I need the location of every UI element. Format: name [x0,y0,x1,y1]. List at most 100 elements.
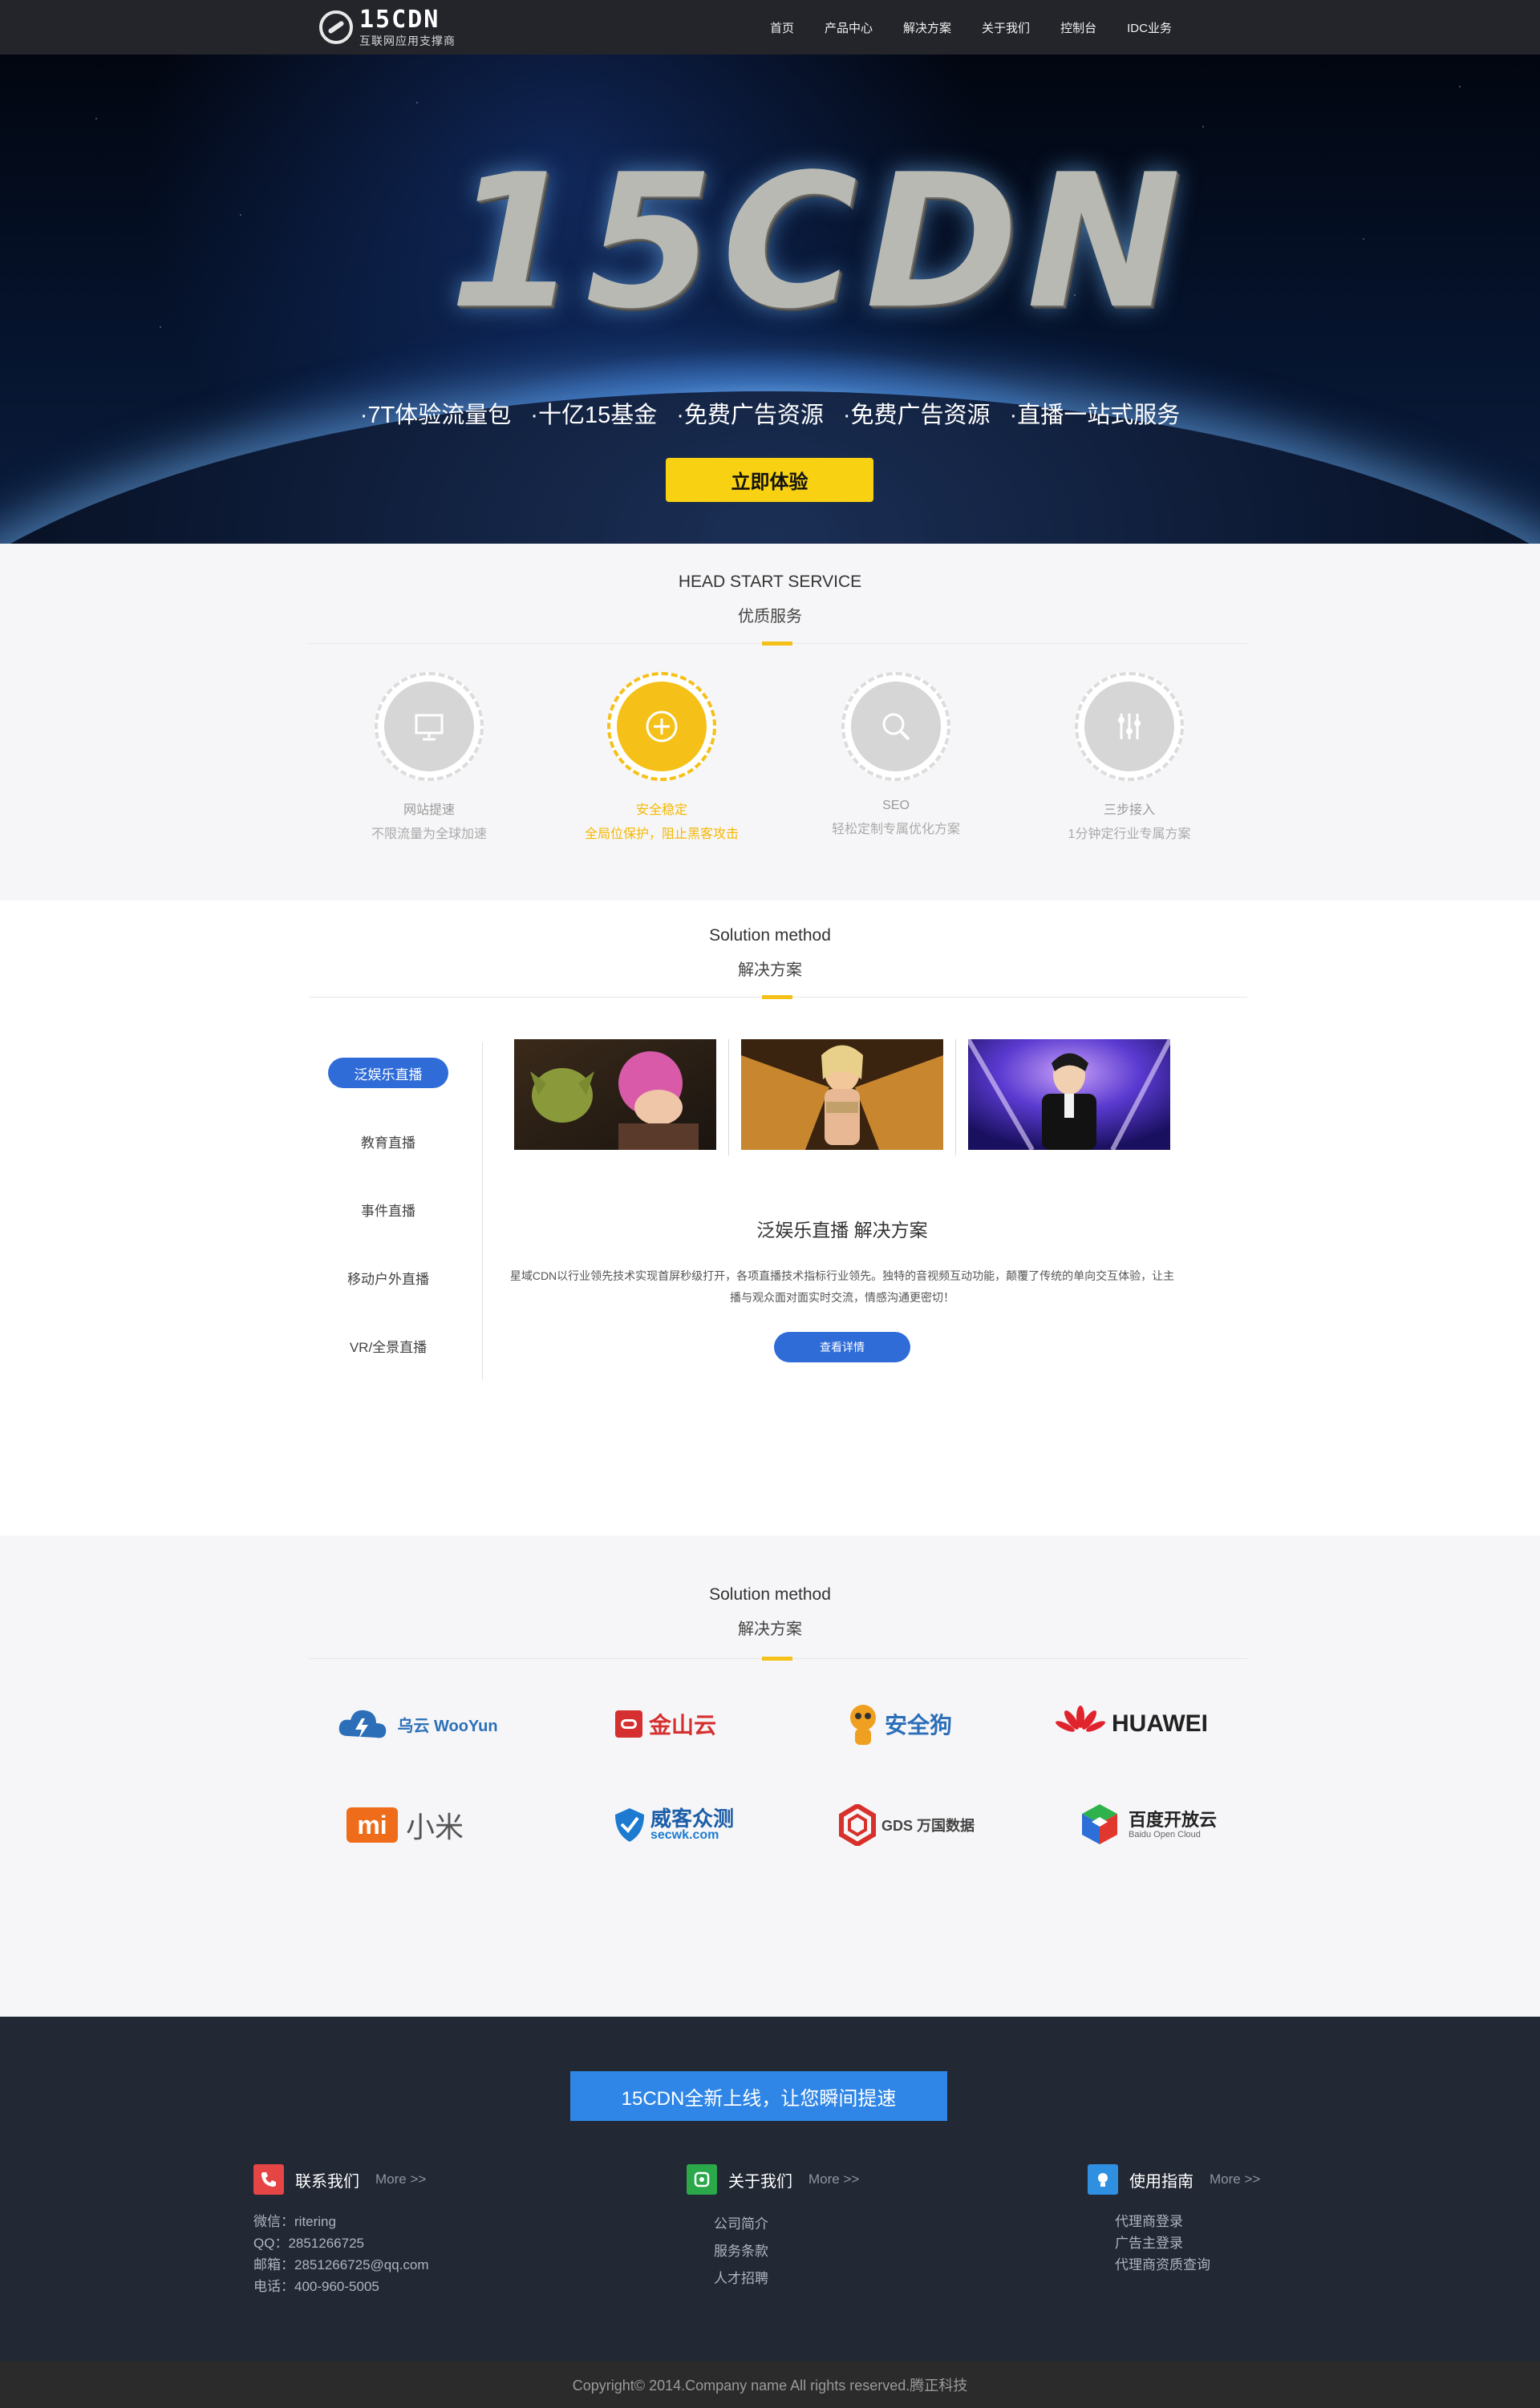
service-desc: 不限流量为全球加速 [371,828,487,841]
partner-gds[interactable]: GDS 万国数据 [826,1797,987,1853]
service-seo[interactable]: SEO 轻松定制专属优化方案 [792,672,1000,837]
tab-vr-live[interactable]: VR/全景直播 [328,1330,448,1361]
hero-banner: 15CDN ·7T体验流量包 ·十亿15基金 ·免费广告资源 ·免费广告资源 ·… [0,55,1540,544]
nav-products[interactable]: 产品中心 [825,19,873,36]
partner-name: 小米 [405,1811,464,1843]
footer-guide: 使用指南 More >> 代理商登录 广告主登录 代理商资质查询 [1088,2164,1260,2276]
service-desc: 全局位保护，阻止黑客攻击 [584,828,739,841]
tab-education-live[interactable]: 教育直播 [328,1126,448,1156]
footer-about: 关于我们 More >> 公司简介 服务条款 人才招聘 [687,2164,859,2293]
service-title: 网站提速 [403,803,455,817]
partner-name: 威客众测 [650,1807,734,1831]
link-advertiser-login[interactable]: 广告主登录 [1115,2232,1260,2254]
contact-qq: QQ：2851266725 [253,2236,364,2251]
nav-solutions[interactable]: 解决方案 [903,19,951,36]
section-accent-bar [762,995,792,999]
partner-xiaomi[interactable]: mi 小米 [333,1797,477,1853]
service-desc: 1分钟定行业专属方案 [1068,828,1191,841]
service-core [851,682,941,771]
link-agent-qualification[interactable]: 代理商资质查询 [1115,2254,1260,2276]
solution-image-game[interactable] [514,1039,716,1150]
nav-about[interactable]: 关于我们 [982,19,1030,36]
thumb-separator [955,1039,956,1155]
service-website-speed[interactable]: 网站提速 不限流量为全球加速 [325,672,533,842]
service-title: SEO [882,799,910,812]
partner-baidu-cloud[interactable]: 百度开放云 Baidu Open Cloud [1067,1797,1227,1853]
contact-wechat: 微信：ritering [253,2214,336,2229]
top-header: 15CDN 互联网应用支撑商 首页 产品中心 解决方案 关于我们 控制台 IDC… [0,0,1540,55]
sliders-icon [1118,714,1141,739]
partners-heading: Solution method 解决方案 [0,1585,1540,1639]
solution-image-show[interactable] [741,1039,943,1150]
contact-more-link[interactable]: More >> [375,2171,426,2187]
tab-mobile-outdoor-live[interactable]: 移动户外直播 [328,1262,448,1293]
contact-phone: 电话：400-960-5005 [253,2279,379,2294]
cloud-icon [339,1710,387,1739]
solution-image-singer[interactable] [968,1039,1170,1150]
main-nav: 首页 产品中心 解决方案 关于我们 控制台 IDC业务 [770,0,1202,55]
service-ring [841,672,950,781]
partner-wooyun[interactable]: 乌云 WooYun [325,1696,509,1752]
plus-circle-icon [646,710,678,743]
partner-name: 安全狗 [884,1713,952,1738]
service-security[interactable]: 安全稳定 全局位保护，阻止黑客攻击 [557,672,766,842]
partners-section: Solution method 解决方案 乌云 WooYun 金山云 安全狗 H… [0,1536,1540,2017]
solution-description: 星域CDN以行业领先技术实现首屏秒级打开，各项直播技术指标行业领先。独特的音视频… [509,1269,1175,1304]
nav-idc[interactable]: IDC业务 [1127,19,1172,36]
service-title: 三步接入 [1103,803,1155,817]
section-accent-bar [762,1657,792,1661]
partner-kingsoft-cloud[interactable]: 金山云 [594,1696,738,1752]
footer-announcement[interactable]: 15CDN全新上线，让您瞬间提速 [570,2071,947,2121]
link-company-intro[interactable]: 公司简介 [714,2211,859,2238]
partner-safedog[interactable]: 安全狗 [818,1696,979,1752]
banner-feature: ·直播一站式服务 [1009,403,1181,428]
nav-console[interactable]: 控制台 [1060,19,1096,36]
logo[interactable]: 15CDN 互联网应用支撑商 [319,6,488,48]
partner-domain: secwk.com [650,1828,719,1842]
partner-name: HUAWEI [1112,1710,1208,1737]
solution-title: 泛娱乐直播 解决方案 [756,1220,928,1240]
link-careers[interactable]: 人才招聘 [714,2265,859,2293]
gds-hex-icon [838,1804,876,1846]
monitor-icon [415,714,444,741]
mi-logo-icon: mi [346,1807,398,1843]
service-title: 安全稳定 [635,803,687,817]
partner-secwk[interactable]: 威客众测 secwk.com [594,1797,754,1853]
section-title-en: Solution method [709,1585,831,1604]
partner-subtitle: Baidu Open Cloud [1128,1830,1201,1840]
services-section: HEAD START SERVICE 优质服务 网站提速 不限流量为全球加速 安… [0,544,1540,900]
logo-subtitle: 互联网应用支撑商 [359,34,456,47]
section-accent-bar [762,641,792,646]
service-onboarding[interactable]: 三步接入 1分钟定行业专属方案 [1025,672,1234,842]
dog-mascot-icon [849,1705,876,1745]
copyright: Copyright© 2014.Company name All rights … [0,2361,1540,2408]
footer-contact-title: 联系我们 [295,2172,359,2191]
solutions-heading: Solution method 解决方案 [0,926,1540,980]
nav-home[interactable]: 首页 [770,19,794,36]
logo-icon [319,10,353,44]
section-title-cn: 解决方案 [738,1621,802,1638]
lightbulb-icon [1088,2164,1118,2195]
partner-huawei[interactable]: HUAWEI [1035,1696,1227,1752]
footer-guide-title: 使用指南 [1129,2172,1194,2191]
view-details-button[interactable]: 查看详情 [774,1332,910,1362]
huawei-flower-icon [1056,1706,1105,1732]
section-title-en: HEAD START SERVICE [678,573,862,591]
link-terms[interactable]: 服务条款 [714,2238,859,2265]
thumb-separator [728,1039,729,1155]
tab-entertainment-live[interactable]: 泛娱乐直播 [328,1058,448,1088]
section-title-cn: 优质服务 [738,608,802,625]
tabs-divider [482,1042,483,1381]
guide-more-link[interactable]: More >> [1210,2171,1260,2187]
banner-title: 15CDN [449,136,1189,350]
about-more-link[interactable]: More >> [808,2171,859,2187]
shield-icon [614,1808,644,1842]
link-agent-login[interactable]: 代理商登录 [1115,2211,1260,2232]
tab-event-live[interactable]: 事件直播 [328,1194,448,1224]
service-ring [1075,672,1184,781]
service-core [1084,682,1174,771]
try-now-button[interactable]: 立即体验 [666,458,873,502]
footer: 15CDN全新上线，让您瞬间提速 联系我们 More >> 微信：riterin… [0,2017,1540,2361]
section-title-cn: 解决方案 [738,961,802,979]
solution-tabs: 泛娱乐直播 教育直播 事件直播 移动户外直播 VR/全景直播 [328,1058,448,1398]
